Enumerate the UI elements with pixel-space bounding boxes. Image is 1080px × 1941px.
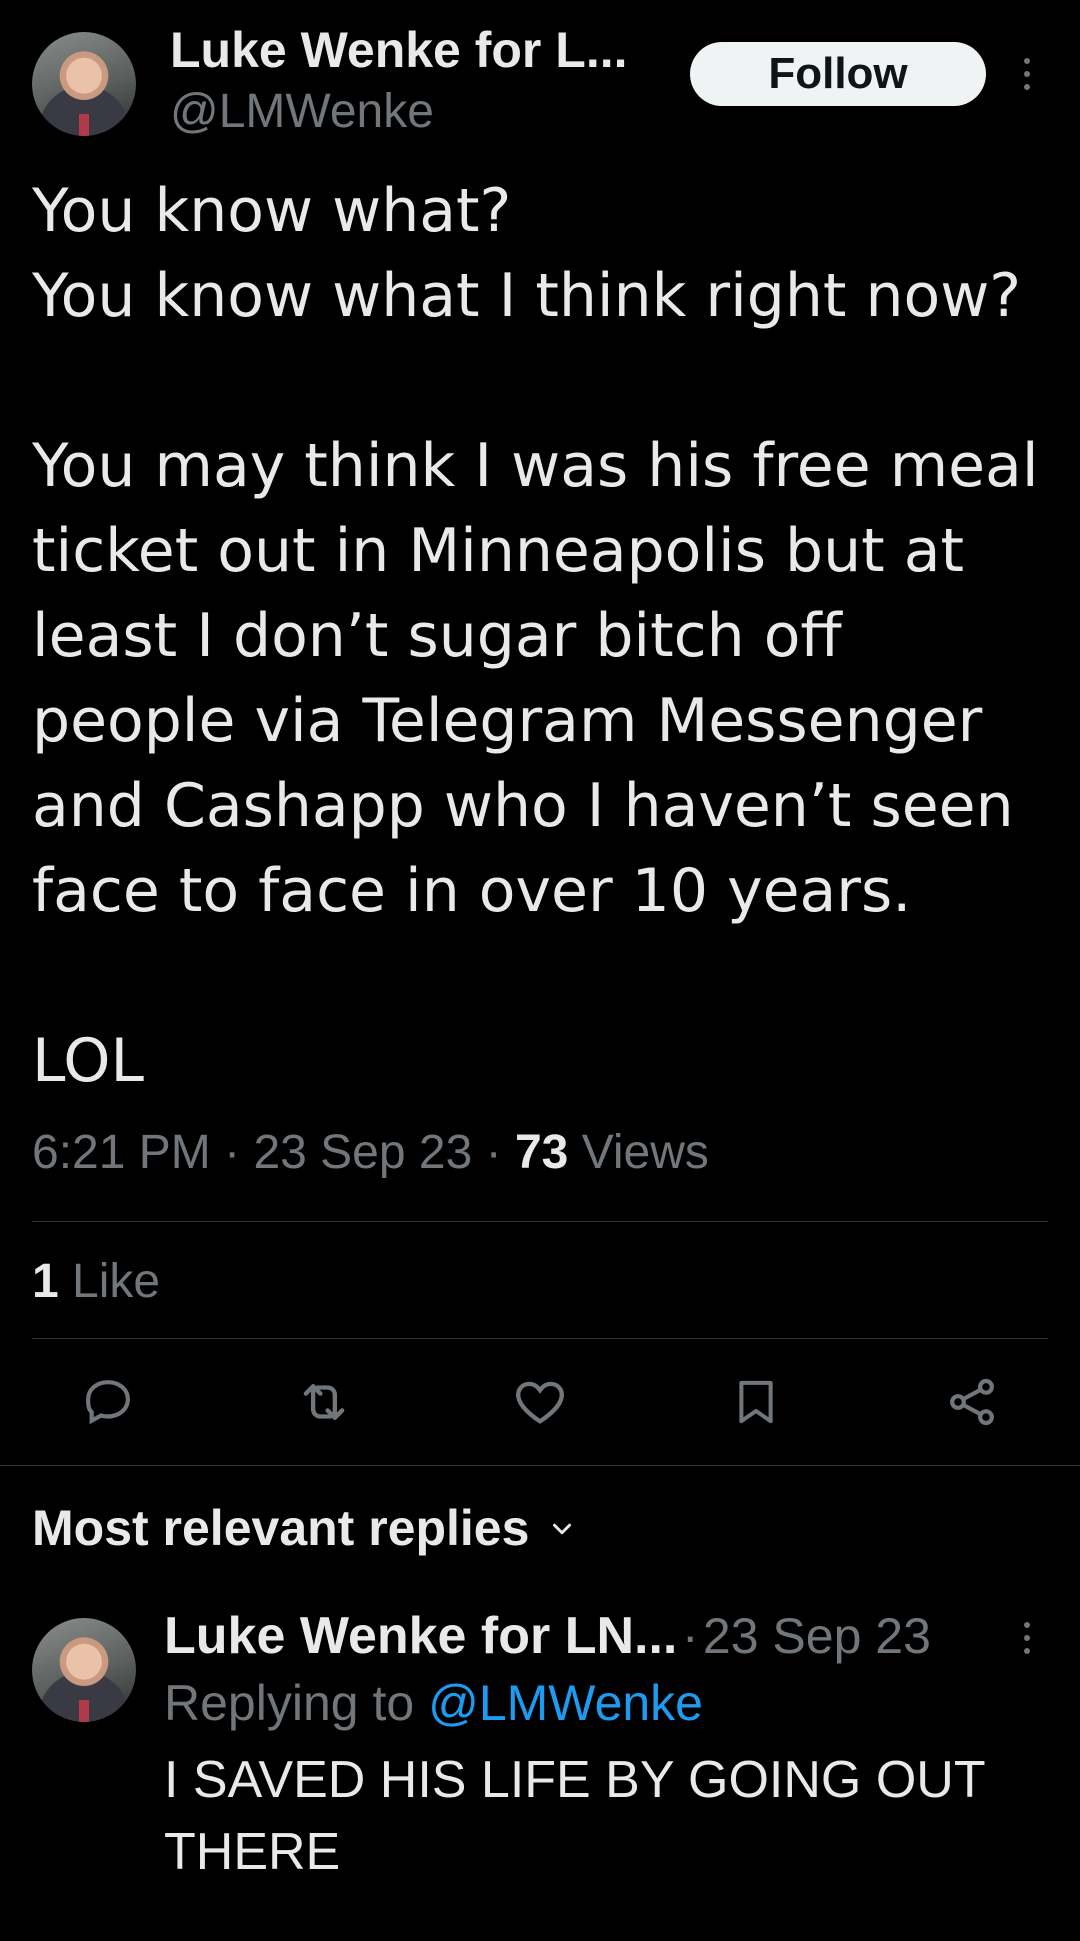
meta-separator: · xyxy=(485,1126,502,1179)
tweet-meta: 6:21 PM · 23 Sep 23 · 73 Views xyxy=(32,1125,709,1180)
avatar-tie-graphic xyxy=(79,114,89,136)
tweet-time[interactable]: 6:21 PM xyxy=(32,1126,211,1179)
reply-date[interactable]: 23 Sep 23 xyxy=(703,1608,931,1664)
replying-to-handle[interactable]: @LMWenke xyxy=(428,1675,703,1731)
avatar-tie-graphic xyxy=(79,1700,89,1722)
replying-to-line: Replying to @LMWenke xyxy=(164,1672,703,1734)
author-name[interactable]: Luke Wenke for L... xyxy=(170,20,628,80)
meta-separator: · xyxy=(224,1126,241,1179)
reply-more-options-icon[interactable] xyxy=(1022,1622,1032,1654)
replies-sort-dropdown[interactable]: Most relevant replies xyxy=(32,1498,577,1558)
likes-count: 1 xyxy=(32,1255,59,1308)
likes-label: Like xyxy=(72,1255,161,1308)
reply-text: I SAVED HIS LIFE BY GOING OUT THERE xyxy=(164,1751,985,1881)
divider-top xyxy=(32,1221,1048,1222)
replies-header: Most relevant replies xyxy=(32,1500,530,1556)
reply-author-name[interactable]: Luke Wenke for LN... xyxy=(164,1607,677,1665)
likes-summary[interactable]: 1 Like xyxy=(32,1254,160,1309)
divider-middle xyxy=(32,1338,1048,1339)
views-count: 73 xyxy=(514,1126,569,1179)
reply-header: Luke Wenke for LN... · 23 Sep 23 xyxy=(164,1606,931,1666)
replying-to-prefix: Replying to xyxy=(164,1675,415,1731)
tweet-date[interactable]: 23 Sep 23 xyxy=(253,1126,472,1179)
chevron-down-icon xyxy=(547,1514,577,1548)
heart-icon[interactable] xyxy=(510,1372,570,1432)
views-label: Views xyxy=(581,1126,709,1179)
follow-button[interactable]: Follow xyxy=(690,42,986,106)
reply-icon[interactable] xyxy=(78,1372,138,1432)
author-handle[interactable]: @LMWenke xyxy=(170,84,434,140)
reply-separator: · xyxy=(681,1608,699,1664)
share-icon[interactable] xyxy=(942,1372,1002,1432)
author-avatar[interactable] xyxy=(32,32,136,136)
bookmark-icon[interactable] xyxy=(726,1372,786,1432)
reply-avatar[interactable] xyxy=(32,1618,136,1722)
more-options-icon[interactable] xyxy=(1022,58,1032,90)
divider-full xyxy=(0,1465,1080,1466)
retweet-icon[interactable] xyxy=(294,1372,354,1432)
tweet-text: You know what? You know what I think rig… xyxy=(32,176,1039,1096)
